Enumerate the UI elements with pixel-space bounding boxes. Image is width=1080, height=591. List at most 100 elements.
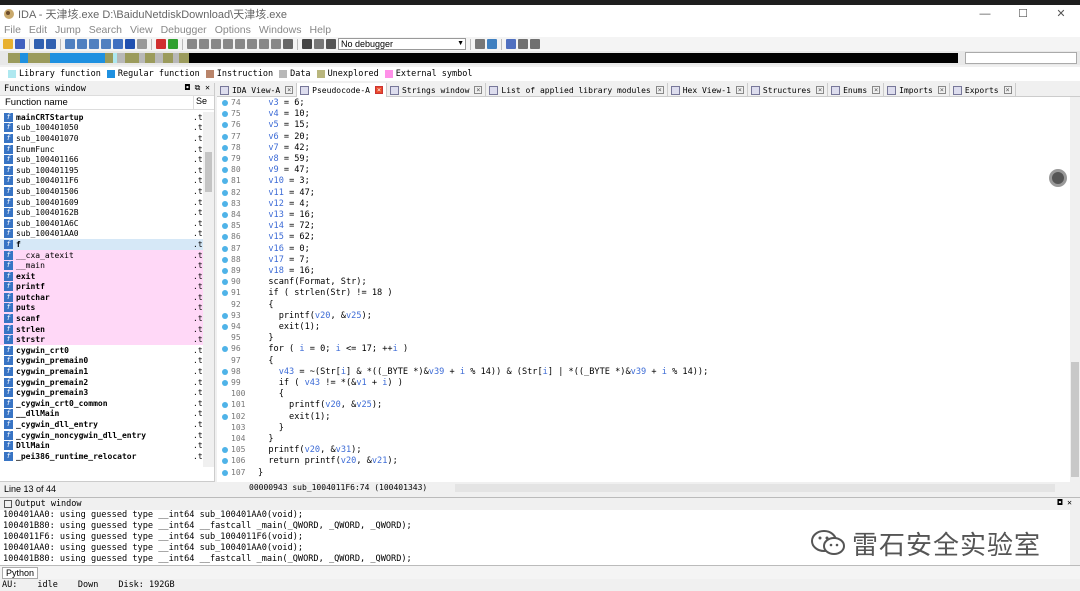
tab-strings-window[interactable]: Strings window × (387, 83, 487, 97)
function-row[interactable]: f DllMain .t (0, 440, 203, 451)
tab-list-of-applied-library-modules[interactable]: List of applied library modules × (486, 83, 668, 97)
breakpoint-dot-icon[interactable] (222, 368, 228, 375)
breakpoint-dot-icon[interactable] (222, 413, 228, 420)
code-line[interactable]: v3 = 6; (258, 98, 304, 109)
functions-scrollbar[interactable] (203, 112, 214, 467)
tab-imports[interactable]: Imports × (884, 83, 950, 97)
function-row[interactable]: f putchar .t (0, 292, 203, 303)
run-icon[interactable] (168, 39, 178, 49)
code-line[interactable]: v18 = 16; (258, 266, 315, 277)
function-row[interactable]: f sub_100401506 .t (0, 186, 203, 197)
graph-icon[interactable] (187, 39, 197, 49)
data-icon[interactable] (247, 39, 257, 49)
tab-close-icon[interactable]: × (937, 86, 946, 94)
code-line[interactable]: v11 = 47; (258, 188, 315, 199)
function-row[interactable]: f sub_100401195 .t (0, 165, 203, 176)
function-row[interactable]: f scanf .t (0, 313, 203, 324)
menu-file[interactable]: File (4, 24, 21, 36)
struct-icon[interactable] (235, 39, 245, 49)
call-icon[interactable] (223, 39, 233, 49)
function-row[interactable]: f f .t (0, 239, 203, 250)
breakpoint-dot-icon[interactable] (222, 234, 228, 241)
breakpoint-dot-icon[interactable] (222, 167, 228, 174)
function-row[interactable]: f __dllMain .t (0, 409, 203, 420)
copy-icon[interactable] (65, 39, 75, 49)
code-line[interactable]: if ( strlen(Str) != 18 ) (258, 288, 392, 299)
search-binary-icon[interactable] (113, 39, 123, 49)
function-row[interactable]: f sub_100401166 .t (0, 154, 203, 165)
code-line[interactable]: v9 = 47; (258, 165, 309, 176)
trace-icon[interactable] (518, 39, 528, 49)
tab-enums[interactable]: Enums × (828, 83, 885, 97)
breakpoint-dot-icon[interactable] (222, 245, 228, 252)
breakpoint-dot-icon[interactable] (222, 458, 228, 465)
breakpoint-dot-icon[interactable] (222, 402, 228, 409)
code-hscrollbar[interactable] (455, 484, 1055, 492)
flow-icon[interactable] (199, 39, 209, 49)
tab-close-icon[interactable]: × (872, 86, 881, 94)
tab-exports[interactable]: Exports × (950, 83, 1016, 97)
code-line[interactable]: } (258, 423, 284, 434)
pause-icon[interactable] (314, 39, 324, 49)
function-row[interactable]: f exit .t (0, 270, 203, 282)
function-row[interactable]: f cygwin_premain2 .t (0, 377, 203, 388)
function-row[interactable]: f sub_1004011F6 .t (0, 176, 203, 187)
function-row[interactable]: f sub_100401609 .t (0, 197, 203, 208)
code-line[interactable]: scanf(Format, Str); (258, 277, 366, 288)
function-row[interactable]: f cygwin_premain1 .t (0, 366, 203, 377)
function-row[interactable]: f _cygwin_dll_entry .t (0, 419, 203, 430)
code-line[interactable]: for ( i = 0; i <= 17; ++i ) (258, 344, 408, 355)
code-icon[interactable] (259, 39, 269, 49)
function-row[interactable]: f puts .t (0, 302, 203, 314)
function-row[interactable]: f sub_10040162B .t (0, 207, 203, 218)
breakpoint-dot-icon[interactable] (222, 223, 228, 230)
function-name-column[interactable]: Function name (5, 97, 68, 108)
panel-buttons[interactable]: ◘ ⧉ ✕ (185, 83, 210, 93)
tab-close-icon[interactable]: × (816, 86, 825, 94)
function-row[interactable]: f sub_100401A6C .t (0, 218, 203, 229)
breakpoint-dot-icon[interactable] (222, 144, 228, 151)
function-row[interactable]: f cygwin_crt0 .t (0, 345, 203, 356)
code-line[interactable]: v8 = 59; (258, 154, 309, 165)
code-scrollbar[interactable] (1070, 97, 1080, 482)
save-icon[interactable] (15, 39, 25, 49)
functions-column-header[interactable]: Function name Se (0, 96, 214, 110)
function-row[interactable]: f _cygwin_crt0_common .t (0, 398, 203, 409)
function-row[interactable]: f EnumFunc .t (0, 144, 203, 155)
function-row[interactable]: f printf .t (0, 281, 203, 293)
code-line[interactable]: } (258, 434, 273, 445)
code-line[interactable]: v12 = 4; (258, 199, 309, 210)
menu-edit[interactable]: Edit (29, 24, 47, 36)
back-icon[interactable] (34, 39, 44, 49)
segment-column[interactable]: Se (193, 96, 207, 110)
tab-close-icon[interactable]: × (374, 86, 383, 94)
pseudocode-view[interactable]: 74 75 76 77 78 79 80 81 82 83 84 85 86 87 88 89 90 91 92 93… (217, 97, 1070, 482)
breakpoint-dot-icon[interactable] (222, 189, 228, 196)
python-button[interactable]: Python (2, 567, 39, 579)
code-line[interactable]: printf(v20, &v31); (258, 445, 361, 456)
output-scrollbar[interactable] (1070, 510, 1080, 565)
menu-debugger[interactable]: Debugger (161, 24, 207, 36)
code-line[interactable]: v5 = 15; (258, 120, 309, 131)
breakpoint-dot-icon[interactable] (222, 111, 228, 118)
breakpoint-dot-icon[interactable] (222, 133, 228, 140)
breakpoint-dot-icon[interactable] (222, 268, 228, 274)
code-line[interactable]: v14 = 72; (258, 221, 315, 232)
play-icon[interactable] (302, 39, 312, 49)
code-line[interactable]: exit(1); (258, 412, 330, 423)
tab-close-icon[interactable]: × (474, 86, 483, 94)
open-icon[interactable] (3, 39, 13, 49)
binary-icon[interactable] (89, 39, 99, 49)
menu-help[interactable]: Help (309, 24, 331, 36)
breakpoint-dot-icon[interactable] (222, 178, 228, 185)
menu-jump[interactable]: Jump (55, 24, 81, 36)
breakpoint-dot-icon[interactable] (222, 312, 228, 319)
close-button[interactable]: ✕ (1042, 5, 1080, 23)
code-line[interactable]: v43 = ~(Str[i] & *((_BYTE *)&v39 + i % 1… (258, 367, 709, 378)
menu-options[interactable]: Options (215, 24, 251, 36)
breakpoint-dot-icon[interactable] (222, 324, 228, 330)
code-line[interactable]: v16 = 0; (258, 244, 309, 255)
breakpoint-dot-icon[interactable] (222, 290, 228, 297)
menu-view[interactable]: View (130, 24, 153, 36)
step-icon[interactable] (475, 39, 485, 49)
